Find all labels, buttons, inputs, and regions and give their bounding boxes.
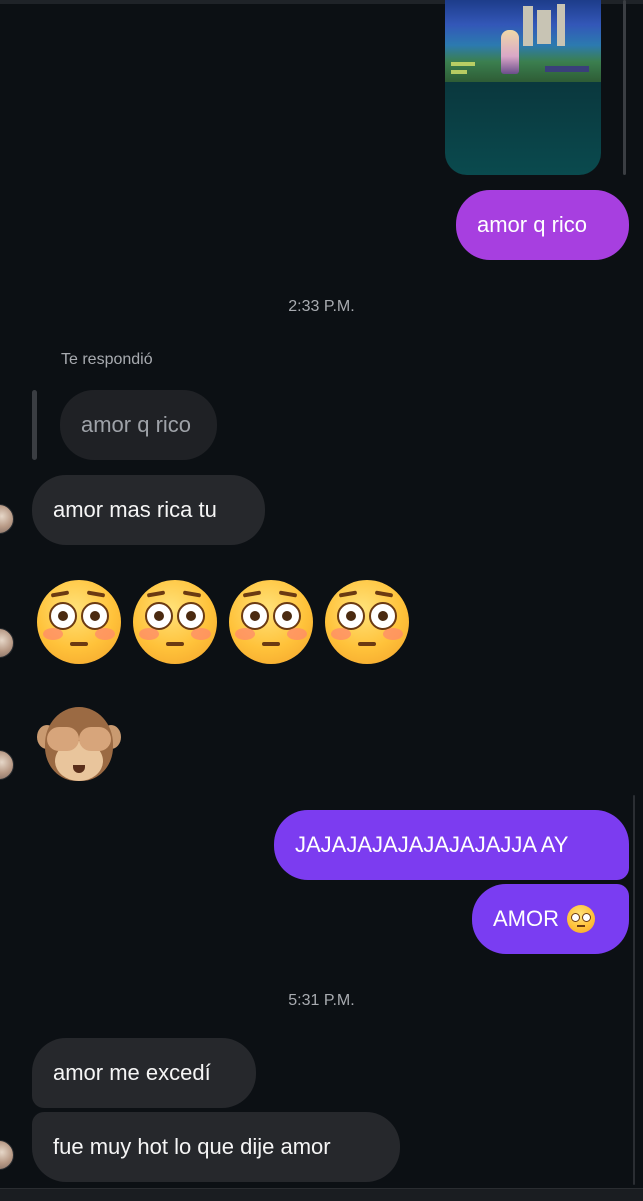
scrollbar-track[interactable] [633,795,635,1185]
incoming-message[interactable]: amor mas rica tu [32,475,265,545]
composer-edge [0,1188,643,1201]
scrollbar-thumb[interactable] [623,0,626,175]
user-avatar[interactable] [0,628,14,658]
flushed-face-emoji [229,580,313,664]
timestamp: 5:31 P.M. [288,992,355,1009]
incoming-message[interactable]: amor me excedí [32,1038,256,1108]
game-screenshot [445,0,601,82]
message-text: amor me excedí [53,1060,211,1085]
outgoing-message[interactable]: amor q rico [456,190,629,260]
message-text: amor q rico [477,212,588,237]
reply-indicator-bar [32,390,37,460]
flushed-face-emoji [133,580,217,664]
message-text: fue muy hot lo que dije amor [53,1134,331,1159]
message-text: AMOR [493,906,559,931]
outgoing-message[interactable]: AMOR [472,884,629,954]
incoming-message[interactable]: fue muy hot lo que dije amor [32,1112,400,1182]
user-avatar[interactable] [0,750,14,780]
see-no-evil-monkey-emoji[interactable] [37,705,121,789]
reply-label: Te respondió [61,351,153,368]
message-text: JAJAJAJAJAJAJAJAJJA AY [295,832,569,857]
user-avatar[interactable] [0,1140,14,1170]
outgoing-message[interactable]: JAJAJAJAJAJAJAJAJJA AY [274,810,629,880]
flushed-face-emoji [37,580,121,664]
user-avatar[interactable] [0,504,14,534]
shared-image[interactable] [445,0,601,175]
quoted-message[interactable]: amor q rico [60,390,217,460]
quoted-text: amor q rico [81,412,192,437]
timestamp: 2:33 P.M. [288,298,355,315]
flushed-face-emoji [567,905,595,933]
flushed-face-emoji [325,580,409,664]
message-text: amor mas rica tu [53,497,217,522]
